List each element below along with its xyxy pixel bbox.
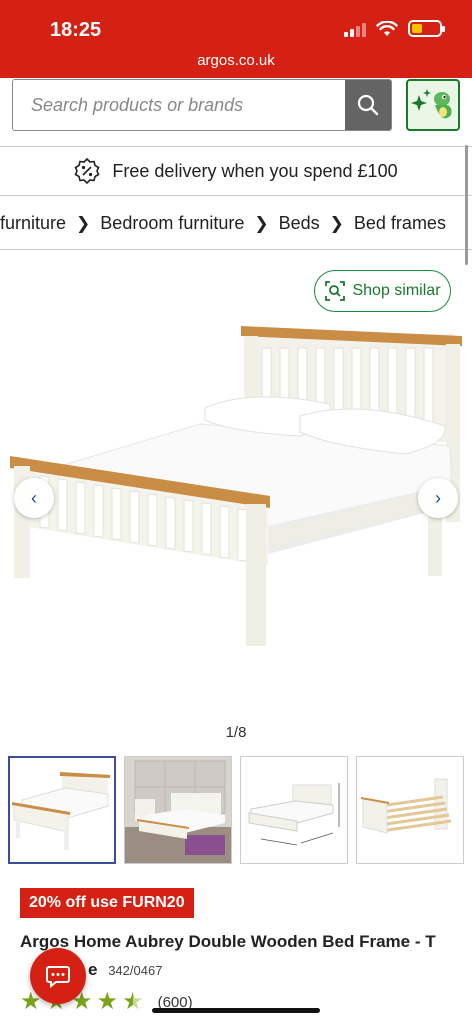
offer-badge[interactable]: 20% off use FURN20 [20,888,194,918]
thumbnail[interactable] [240,756,348,864]
search-input[interactable] [13,80,345,130]
chat-button[interactable] [30,948,86,1004]
browser-header: 18:25 argos.co.uk [0,0,472,78]
delivery-text: Free delivery when you spend £100 [112,160,398,181]
chevron-right-icon: ❯ [254,213,269,233]
breadcrumb-item[interactable]: Beds [279,213,320,234]
thumbnail[interactable] [124,756,232,864]
chevron-right-icon: ❯ [76,213,91,233]
thumbnail-strip [8,756,464,864]
breadcrumb-item[interactable]: furniture [0,213,66,234]
thumbnail[interactable] [8,756,116,864]
delivery-badge-icon [74,158,100,184]
battery-icon [408,20,445,37]
thumbnail[interactable] [356,756,464,864]
search-box [12,79,392,131]
chevron-left-icon: ‹ [31,487,37,508]
breadcrumb: furniture ❯ Bedroom furniture ❯ Beds ❯ B… [0,198,472,250]
scrollbar[interactable] [465,145,468,265]
status-icons [344,20,445,37]
shop-similar-button[interactable]: Shop similar [314,270,451,312]
chat-icon [46,966,70,989]
signal-icon [344,21,366,37]
status-time: 18:25 [50,19,102,41]
product-title-text: Argos Home Aubrey Double Wooden Bed Fram… [20,932,436,951]
search-button[interactable] [345,80,391,130]
product-title: Argos Home Aubrey Double Wooden Bed Fram… [20,928,460,985]
url-bar[interactable]: argos.co.uk [0,52,472,69]
chevron-right-icon: › [435,487,441,508]
half-star-icon: ★ [122,988,144,1015]
star-icon: ★ [96,988,119,1015]
breadcrumb-item[interactable]: Bed frames [354,213,446,234]
delivery-banner[interactable]: Free delivery when you spend £100 [0,146,472,196]
shop-similar-label: Shop similar [352,282,441,299]
next-image-button[interactable]: › [418,478,458,518]
search-icon [357,94,379,116]
wifi-icon [376,20,398,36]
product-main-image[interactable] [0,316,472,716]
product-sku: 342/0467 [108,963,163,978]
ai-assistant-button[interactable] [406,79,460,131]
product-title-cont: e [88,960,98,979]
chevron-right-icon: ❯ [329,213,344,233]
breadcrumb-item[interactable]: Bedroom furniture [100,213,244,234]
shop-similar-icon [325,281,346,301]
image-pager: 1/8 [225,724,247,741]
home-indicator [152,1008,320,1013]
ai-assistant-icon [411,89,452,119]
previous-image-button[interactable]: ‹ [14,478,54,518]
